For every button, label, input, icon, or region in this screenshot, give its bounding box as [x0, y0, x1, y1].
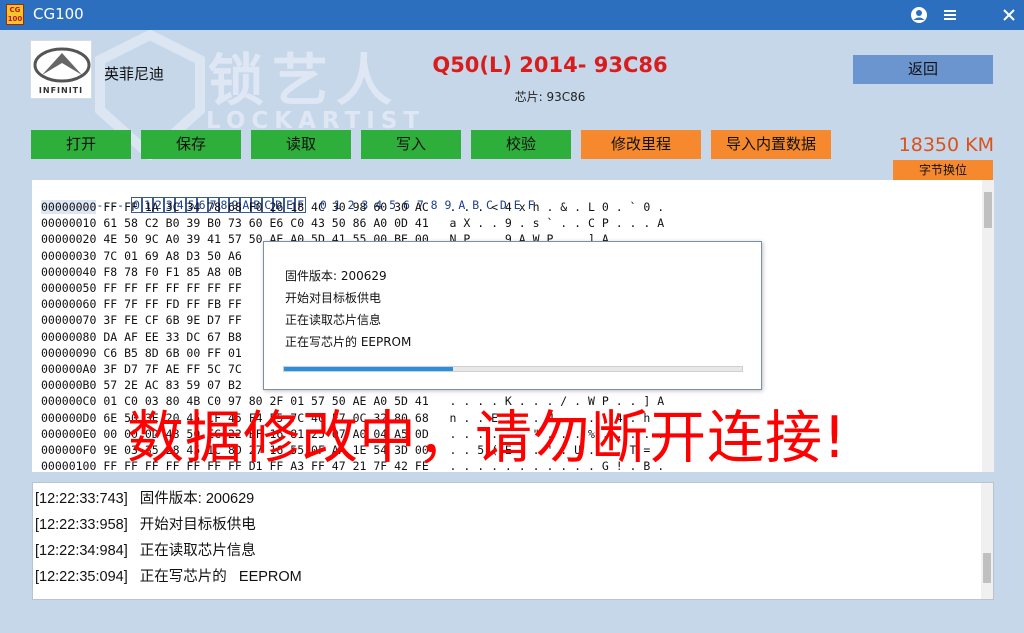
mileage-value: 18350 KM	[898, 134, 994, 156]
hex-row-address: 00000020	[41, 232, 97, 247]
log-scrollbar-thumb[interactable]	[983, 553, 991, 583]
read-button[interactable]: 读取	[251, 130, 351, 159]
hex-row[interactable]: 00000010 61 58 C2 B0 39 B0 73 60 E6 C0 4…	[41, 216, 664, 230]
hex-row-bytes: 3F FE CF 6B 9E D7 FF	[103, 313, 242, 328]
hex-row-address: 000000F0	[41, 443, 97, 457]
hex-scrollbar-thumb[interactable]	[984, 192, 992, 228]
hex-row-address: 000000C0	[41, 394, 97, 409]
back-button[interactable]: 返回	[853, 55, 993, 84]
vehicle-title: Q50(L) 2014- 93C86	[432, 53, 668, 77]
dialog-line-power: 开始对目标板供电	[285, 291, 382, 305]
hex-row-address: 00000010	[41, 216, 97, 231]
hex-row-bytes: 3F D7 7F AE FF 5C 7C	[103, 362, 242, 376]
hex-row[interactable]: 00000000 FF FF 1A 3C 34 78 68 F0 26 18 4…	[41, 200, 664, 214]
watermark-text: 锁艺人	[208, 49, 400, 114]
verify-button[interactable]: 校验	[471, 130, 571, 159]
log-scrollbar[interactable]	[981, 483, 993, 599]
modify-mileage-button[interactable]: 修改里程	[581, 130, 701, 159]
write-button[interactable]: 写入	[361, 130, 461, 159]
hex-row-address: 00000050	[41, 281, 97, 295]
close-icon[interactable]	[1000, 6, 1018, 24]
window-title: CG100	[33, 5, 84, 23]
hex-row[interactable]: 000000A0 3F D7 7F AE FF 5C 7C	[41, 362, 263, 376]
hex-row-address: 00000040	[41, 264, 97, 279]
hex-row-address: 00000070	[41, 313, 97, 328]
hex-row-address: 000000D0	[41, 410, 97, 425]
log-panel: [12:22:33:743] 固件版本: 200629 [12:22:33:95…	[32, 482, 994, 600]
dialog-line-reading: 正在读取芯片信息	[285, 313, 382, 327]
hex-row-address: 00000000	[41, 200, 97, 214]
hex-row[interactable]: 00000040 F8 78 F0 F1 85 A8 0B	[41, 265, 263, 279]
hex-row[interactable]: 00000050 FF FF FF FF FF FF FF	[41, 281, 263, 295]
hex-scrollbar[interactable]	[982, 180, 994, 472]
log-line: [12:22:33:958] 开始对目标板供电	[35, 517, 256, 533]
title-bar: CG 100 CG100	[0, 0, 1024, 30]
open-button[interactable]: 打开	[31, 130, 131, 159]
warning-message: 数据修改中，请勿断开连接!	[127, 405, 847, 471]
hex-row-address: 00000030	[41, 248, 97, 263]
hex-row-bytes: FF FF FF FF FF FF FF	[103, 281, 242, 295]
hex-row-address: 000000E0	[41, 426, 97, 441]
hex-row-address: 00000080	[41, 329, 97, 344]
hex-row-bytes: 57 2E AC 83 59 07 B2	[103, 378, 242, 393]
infiniti-logo-text: INFINITI	[38, 86, 84, 95]
hex-row[interactable]: 00000090 C6 B5 8D 6B 00 FF 01	[41, 346, 263, 360]
dialog-line-firmware: 固件版本: 200629	[285, 269, 387, 283]
hex-row-bytes: 7C 01 69 A8 D3 50 A6	[103, 248, 242, 263]
infiniti-logo: INFINITI	[30, 40, 92, 99]
chip-label: 芯片: 93C86	[514, 90, 586, 104]
brand-name: 英菲尼迪	[104, 65, 165, 83]
save-button[interactable]: 保存	[141, 130, 241, 159]
hex-row-address: 00000090	[41, 345, 97, 360]
hex-row-bytes: F8 78 F0 F1 85 A8 0B	[103, 264, 242, 279]
hex-row[interactable]: 00000060 FF 7F FF FD FF FB FF	[41, 297, 263, 311]
import-builtin-data-button[interactable]: 导入内置数据	[711, 130, 831, 159]
hex-row-bytes: DA AF EE 33 DC 67 B8	[103, 329, 242, 344]
hex-row-ascii: a X . . 9 . s ` . . C P . . . A	[449, 216, 665, 231]
user-icon[interactable]	[910, 6, 928, 24]
app-logo: CG 100	[6, 4, 24, 25]
progress-bar	[283, 366, 743, 372]
hex-row[interactable]: 00000080 DA AF EE 33 DC 67 B8	[41, 330, 263, 344]
menu-icon[interactable]	[941, 6, 959, 24]
progress-bar-fill	[284, 367, 454, 371]
hex-row-address: 000000B0	[41, 378, 97, 393]
hex-row-address: 00000060	[41, 297, 97, 312]
hex-row-address: 000000A0	[41, 362, 97, 376]
hex-row[interactable]: 000000B0 57 2E AC 83 59 07 B2	[41, 378, 263, 392]
hex-row-address: 00000100	[41, 459, 97, 472]
progress-dialog: 固件版本: 200629 开始对目标板供电 正在读取芯片信息 正在写芯片的 EE…	[263, 241, 762, 390]
byte-swap-button[interactable]: 字节换位	[893, 160, 993, 180]
hex-row-ascii: . . . < 4 x h . & . L 0 . ` 0 .	[449, 200, 665, 214]
log-line: [12:22:33:743] 固件版本: 200629	[35, 491, 255, 507]
hex-row[interactable]: 00000030 7C 01 69 A8 D3 50 A6	[41, 249, 263, 263]
hex-row-bytes: 61 58 C2 B0 39 B0 73 60 E6 C0 43 50 86 A…	[103, 216, 429, 231]
log-line: [12:22:34:984] 正在读取芯片信息	[35, 543, 256, 559]
log-line: [12:22:35:094] 正在写芯片的 EEPROM	[35, 569, 302, 585]
hex-row[interactable]: 00000070 3F FE CF 6B 9E D7 FF	[41, 313, 263, 327]
hex-row-bytes: FF FF 1A 3C 34 78 68 F0 26 18 4C 30 98 6…	[103, 200, 429, 214]
hex-row-bytes: FF 7F FF FD FF FB FF	[103, 297, 242, 312]
hex-row-bytes: C6 B5 8D 6B 00 FF 01	[103, 345, 242, 360]
dialog-line-writing: 正在写芯片的 EEPROM	[285, 335, 412, 349]
